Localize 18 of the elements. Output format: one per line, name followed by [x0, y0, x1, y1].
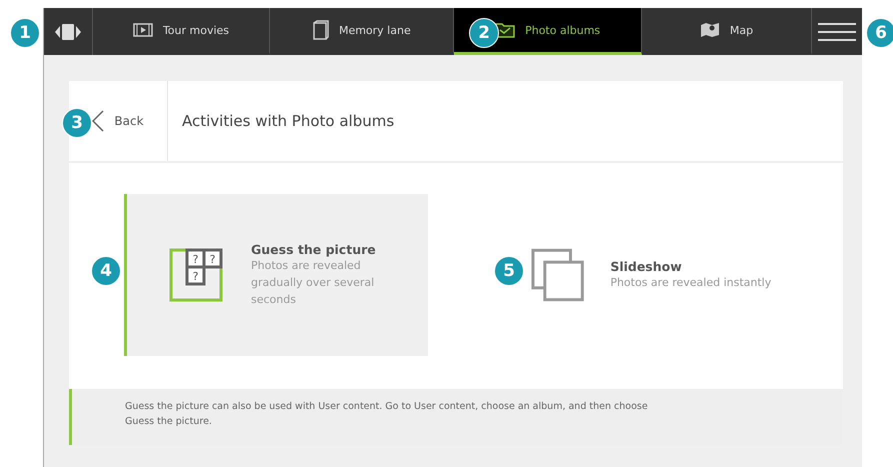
map-icon	[700, 22, 720, 38]
book-icon	[312, 20, 329, 40]
activity-title: Slideshow	[610, 259, 683, 274]
folder-icon	[495, 22, 516, 38]
stacked-squares-icon	[531, 248, 584, 302]
callout-badge: 6	[866, 18, 893, 48]
callout-badge: 1	[10, 18, 40, 48]
activity-card[interactable]: ? ? ? Guess the picture Photos are revealed gradually over several seconds	[124, 194, 428, 356]
puzzle-grid-icon: ? ? ?	[169, 248, 225, 302]
activity-title: Guess the picture	[251, 242, 377, 258]
activity-description: Photos are revealed instantly	[610, 275, 772, 292]
page-title: Activities with Photo albums	[182, 112, 394, 130]
activity-description: Photos are revealed gradually over several seconds	[251, 258, 376, 308]
info-note: Guess the picture can also be used with User content. Go to User content, choose an album, and then choose Guess the picture.	[125, 400, 649, 430]
menu-icon	[818, 22, 856, 42]
chevron-left-icon	[92, 110, 104, 132]
split-arrows-icon	[54, 22, 81, 40]
film-icon	[132, 23, 153, 37]
